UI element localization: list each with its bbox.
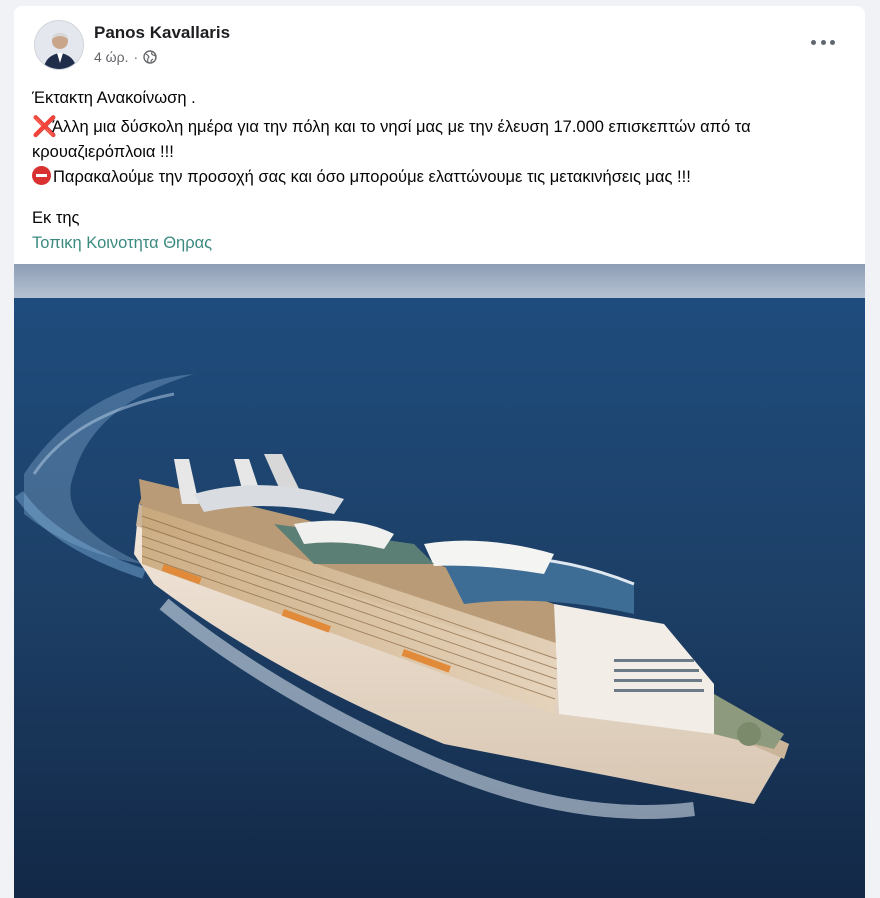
announcement-line-1: Άλλη μια δύσκολη ημέρα για την πόλη και …	[52, 118, 751, 136]
cross-mark-icon: ❌	[32, 116, 57, 138]
source-link[interactable]: Τοπικη Κοινοτητα Θηρας	[32, 231, 212, 256]
globe-icon[interactable]	[143, 50, 157, 64]
announcement-paragraph: ❌Άλλη μια δύσκολη ημέρα για την πόλη και…	[32, 115, 847, 190]
announcement-line-2: κρουαζιερόπλοια !!!	[32, 143, 174, 161]
post-card: Panos Kavallaris 4 ώρ. · Έκτακτη Ανακοίν…	[14, 6, 865, 898]
author-name[interactable]: Panos Kavallaris	[94, 23, 230, 43]
request-line: Παρακαλούμε την προσοχή σας και όσο μπορ…	[53, 168, 691, 186]
post-header: Panos Kavallaris 4 ώρ. ·	[14, 6, 865, 86]
post-time[interactable]: 4 ώρ.	[94, 49, 128, 65]
no-entry-icon	[32, 166, 51, 185]
announcement-title: Έκτακτη Ανακοίνωση .	[32, 89, 196, 107]
meta-separator: ·	[133, 49, 139, 65]
more-options-icon[interactable]	[811, 32, 835, 52]
cruise-ship-photo[interactable]	[14, 264, 865, 898]
from-label: Εκ της	[32, 209, 80, 227]
cruise-ship-illustration	[14, 264, 865, 898]
post-meta: 4 ώρ. ·	[94, 49, 157, 65]
avatar[interactable]	[34, 20, 84, 70]
